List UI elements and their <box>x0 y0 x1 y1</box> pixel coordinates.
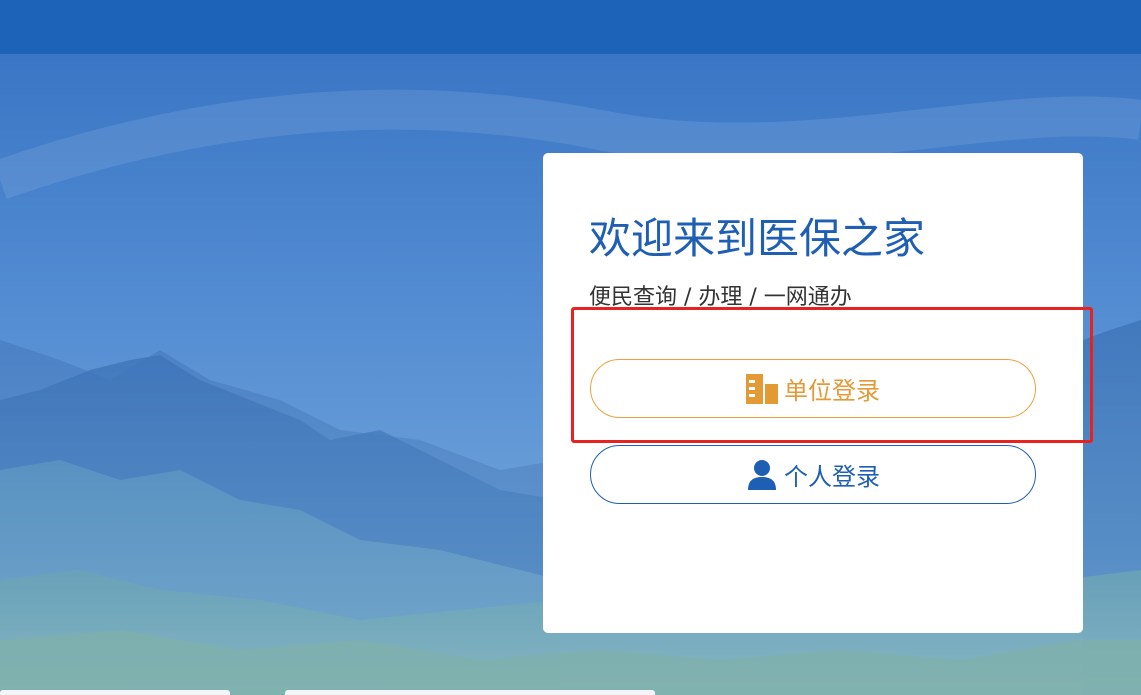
building-icon <box>746 373 778 405</box>
unit-login-button[interactable]: 单位登录 <box>590 359 1036 418</box>
login-card: 欢迎来到医保之家 便民查询 / 办理 / 一网通办 单位登录 个人登录 <box>543 153 1083 633</box>
user-icon <box>746 459 778 491</box>
unit-login-label: 单位登录 <box>784 377 880 405</box>
bottom-strip <box>0 690 1141 695</box>
bottom-tab-left <box>0 690 230 695</box>
personal-login-label: 个人登录 <box>784 463 880 491</box>
page: 欢迎来到医保之家 便民查询 / 办理 / 一网通办 单位登录 个人登录 <box>0 0 1141 695</box>
header-bar <box>0 0 1141 54</box>
bottom-tab-middle <box>285 690 655 695</box>
personal-login-button[interactable]: 个人登录 <box>590 445 1036 504</box>
welcome-title: 欢迎来到医保之家 <box>589 214 926 263</box>
welcome-subtitle: 便民查询 / 办理 / 一网通办 <box>589 285 852 310</box>
